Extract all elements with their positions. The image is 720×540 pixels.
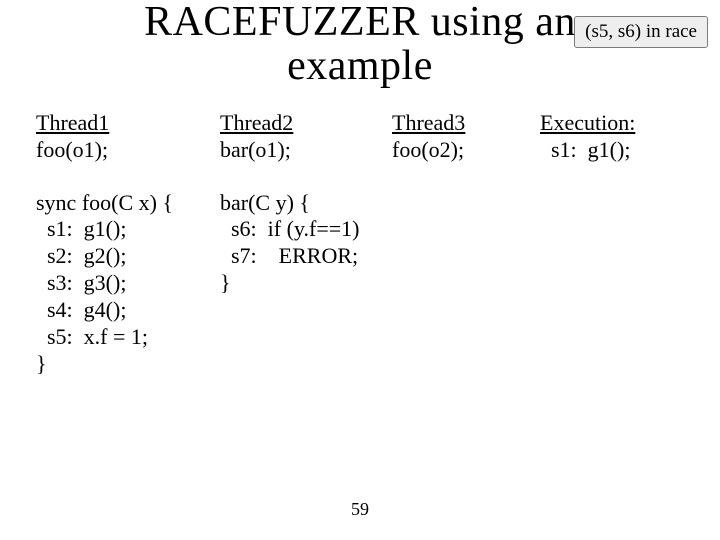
race-badge: (s5, s6) in race	[574, 16, 708, 48]
page-number: 59	[0, 499, 720, 520]
title-line-2: example	[287, 43, 433, 89]
thread3-header: Thread3	[392, 110, 540, 137]
column-thread2: Thread2 bar(o1); bar(C y) { s6: if (y.f=…	[220, 110, 392, 377]
thread2-body: bar(C y) { s6: if (y.f==1) s7: ERROR; }	[220, 190, 392, 297]
thread1-header: Thread1	[36, 110, 220, 137]
column-thread3: Thread3 foo(o2);	[392, 110, 540, 377]
column-execution: Execution: s1: g1();	[540, 110, 690, 377]
thread1-body: sync foo(C x) { s1: g1(); s2: g2(); s3: …	[36, 190, 220, 378]
column-thread1: Thread1 foo(o1); sync foo(C x) { s1: g1(…	[36, 110, 220, 377]
execution-header: Execution:	[540, 110, 690, 137]
thread1-call: foo(o1);	[36, 137, 220, 164]
execution-line: s1: g1();	[540, 137, 690, 164]
columns: Thread1 foo(o1); sync foo(C x) { s1: g1(…	[36, 110, 696, 377]
thread3-call: foo(o2);	[392, 137, 540, 164]
title-line-1: RACEFUZZER using an	[144, 0, 576, 45]
thread2-call: bar(o1);	[220, 137, 392, 164]
thread2-header: Thread2	[220, 110, 392, 137]
